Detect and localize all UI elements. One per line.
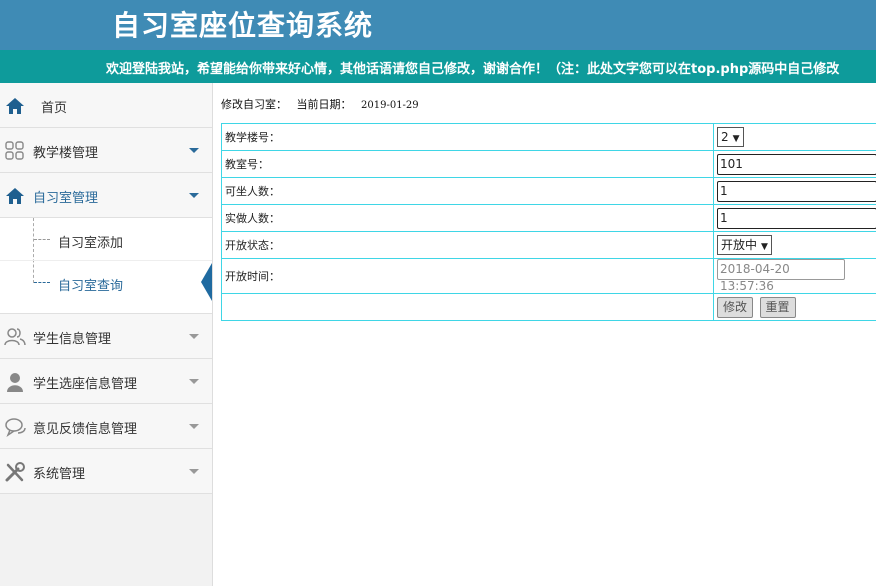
sidebar-item-label: 意见反馈信息管理 [33,422,138,437]
status-select[interactable]: 开放中 ▼ [717,235,772,255]
submenu-item-label: 自习室查询 [58,279,124,294]
submenu-item-label: 自习室添加 [58,236,124,251]
welcome-marquee: 欢迎登陆我站，希望能给你带来好心情，其他话语请您自己修改，谢谢合作！（注：此处文… [0,50,876,83]
current-date: 2019-01-29 [361,100,419,111]
room-number-input[interactable]: 101 [717,153,876,175]
empty-cell [221,293,714,321]
chevron-down-icon [189,334,199,339]
submenu-item-query[interactable]: 自习室查询 [0,261,212,313]
actions-cell: 修改 重置 [713,293,876,321]
form-row-building: 教学楼号： 2 ▼ [221,123,876,151]
submenu-item-add[interactable]: 自习室添加 [0,218,212,261]
chevron-down-icon [189,193,199,198]
sidebar-item-building[interactable]: 教学楼管理 [0,128,212,173]
page-title: 修改自习室： [221,98,287,111]
main-content: 修改自习室： 当前日期： 2019-01-29 教学楼号： 2 ▼ 教室号： 10… [213,83,876,586]
sidebar-item-label: 学生选座信息管理 [33,377,138,392]
building-cell: 2 ▼ [713,123,876,151]
sidebar: 首页 教学楼管理 自习室管理 自习室添加 自习室查询 学生信息管理 学生选座信息… [0,83,213,586]
sidebar-item-seat-selection[interactable]: 学生选座信息管理 [0,359,212,404]
sidebar-item-label: 自习室管理 [33,191,99,206]
home-icon [6,188,24,204]
header-bar: 自习室座位查询系统 [0,0,876,50]
status-label: 开放状态： [221,231,714,259]
form-row-status: 开放状态： 开放中 ▼ [221,231,876,259]
actual-count-input[interactable]: 1 [717,207,876,229]
active-indicator [201,263,212,301]
tools-icon [5,462,25,482]
status-select-value: 开放中 [721,238,758,252]
sidebar-item-system[interactable]: 系统管理 [0,449,212,494]
breadcrumb: 修改自习室： 当前日期： 2019-01-29 [221,96,419,112]
capacity-label: 可坐人数： [221,177,714,205]
user-icon [7,373,23,392]
building-label: 教学楼号： [221,123,714,151]
sidebar-item-students[interactable]: 学生信息管理 [0,314,212,359]
chevron-down-icon: ▼ [732,134,740,144]
chevron-down-icon [189,148,199,153]
form-row-actual: 实做人数： 1 [221,204,876,232]
edit-studyroom-form: 教学楼号： 2 ▼ 教室号： 101 可坐人数： 1 实做人数： 1 开放状态： … [221,123,876,321]
time-cell: 2018-04-20 13:57:36 [713,258,876,294]
chevron-down-icon [189,424,199,429]
sidebar-item-label: 首页 [41,101,68,116]
marquee-text: 欢迎登陆我站，希望能给你带来好心情，其他话语请您自己修改，谢谢合作！（注：此处文… [106,62,840,77]
building-select-value: 2 [721,130,729,144]
room-cell: 101 [713,150,876,178]
capacity-input[interactable]: 1 [717,180,876,202]
actual-label: 实做人数： [221,204,714,232]
room-label: 教室号： [221,150,714,178]
chevron-down-icon: ▼ [761,242,768,252]
chevron-down-icon [189,379,199,384]
sidebar-item-label: 教学楼管理 [33,146,99,161]
form-row-time: 开放时间： 2018-04-20 13:57:36 [221,258,876,294]
date-label: 当前日期： [296,98,352,111]
sidebar-item-feedback[interactable]: 意见反馈信息管理 [0,404,212,449]
form-row-capacity: 可坐人数： 1 [221,177,876,205]
app-title: 自习室座位查询系统 [112,9,374,42]
form-row-room: 教室号： 101 [221,150,876,178]
grid-icon [5,141,24,160]
users-icon [4,328,26,346]
sidebar-item-label: 学生信息管理 [33,332,112,347]
sidebar-item-label: 系统管理 [33,467,86,482]
chevron-down-icon [189,469,199,474]
reset-button[interactable]: 重置 [759,296,796,318]
home-icon [6,98,24,114]
tree-dash [34,239,50,240]
time-label: 开放时间： [221,258,714,294]
form-row-actions: 修改 重置 [221,293,876,321]
tree-dash [34,282,50,283]
sidebar-item-studyroom[interactable]: 自习室管理 [0,173,212,218]
actual-cell: 1 [713,204,876,232]
status-cell: 开放中 ▼ [713,231,876,259]
submit-button[interactable]: 修改 [717,296,754,318]
chat-icon [5,418,26,437]
capacity-cell: 1 [713,177,876,205]
sidebar-item-home[interactable]: 首页 [0,83,212,128]
studyroom-submenu: 自习室添加 自习室查询 [0,218,212,314]
building-select[interactable]: 2 ▼ [717,127,744,147]
open-time-input[interactable]: 2018-04-20 13:57:36 [717,259,845,293]
